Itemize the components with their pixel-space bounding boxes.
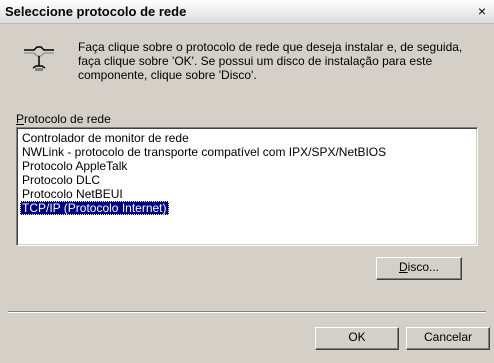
ok-button[interactable]: OK	[315, 327, 399, 350]
list-item[interactable]: Protocolo AppleTalk	[20, 159, 474, 173]
protocol-list-label-accelerator: P	[16, 112, 25, 126]
list-item[interactable]: Protocolo DLC	[20, 173, 474, 187]
close-icon[interactable]: ×	[474, 4, 490, 19]
cancel-button[interactable]: Cancelar	[406, 327, 490, 350]
list-item[interactable]: NWLink - protocolo de transporte compatí…	[20, 145, 474, 159]
disk-button[interactable]: Disco...	[376, 257, 462, 280]
list-item[interactable]: TCP/IP (Protocolo Internet)	[20, 201, 474, 215]
list-item-label: Protocolo AppleTalk	[22, 159, 128, 173]
list-item-label: NWLink - protocolo de transporte compatí…	[22, 145, 387, 159]
title-bar[interactable]: Seleccione protocolo de rede ×	[0, 0, 494, 24]
list-item[interactable]: Protocolo NetBEUI	[20, 187, 474, 201]
list-item-label: TCP/IP (Protocolo Internet)	[20, 201, 169, 215]
disk-button-label: isco...	[407, 260, 439, 274]
list-item[interactable]: Controlador de monitor de rede	[20, 131, 474, 145]
network-protocol-icon	[24, 46, 54, 71]
protocol-list[interactable]: Controlador de monitor de rede NWLink - …	[16, 127, 478, 246]
select-network-protocol-dialog: Seleccione protocolo de rede × Faça cliq…	[0, 0, 494, 363]
list-item-label: Controlador de monitor de rede	[22, 131, 189, 145]
list-item-label: Protocolo DLC	[22, 173, 101, 187]
disk-button-accelerator: D	[398, 260, 408, 274]
separator	[8, 311, 486, 313]
list-item-label: Protocolo NetBEUI	[22, 187, 123, 201]
protocol-list-label-rest: rotocolo de rede	[24, 112, 111, 126]
instructions-text: Faça clique sobre o protocolo de rede qu…	[78, 40, 463, 82]
window-title: Seleccione protocolo de rede	[5, 4, 187, 19]
protocol-list-label: Protocolo de rede	[16, 112, 111, 126]
